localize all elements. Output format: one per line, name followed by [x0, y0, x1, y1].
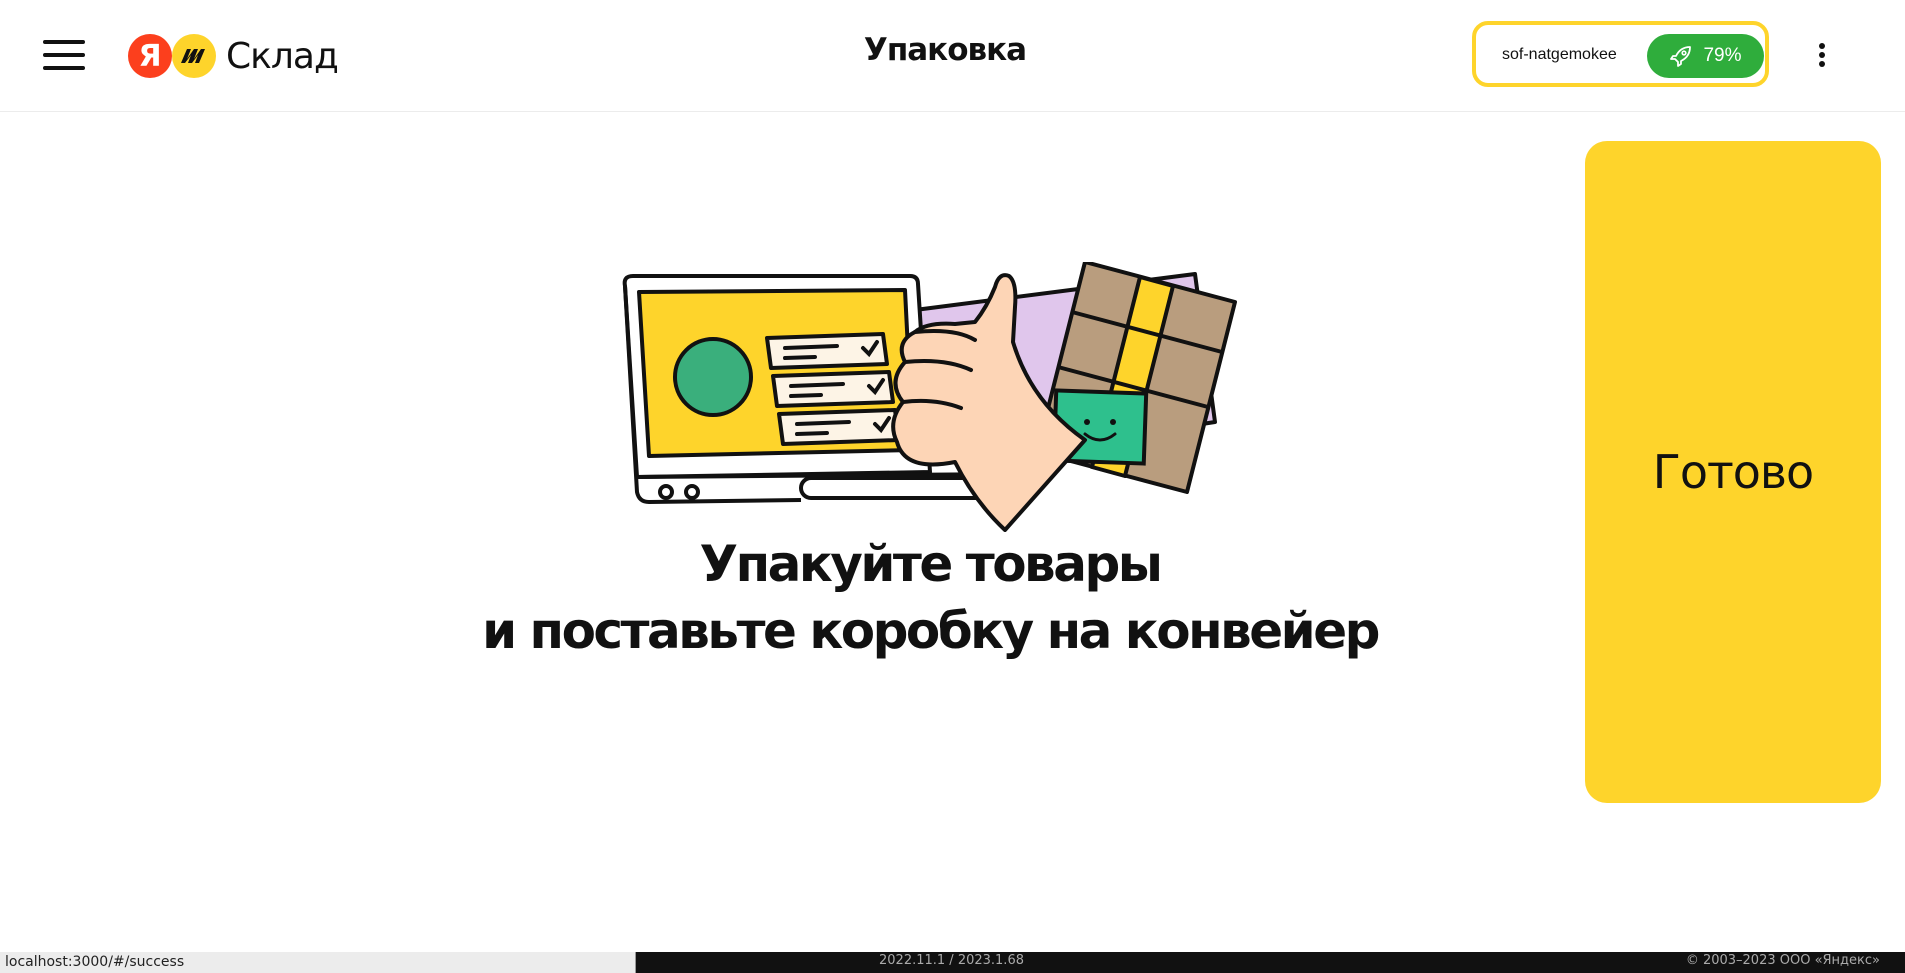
progress-button[interactable]: 79% [1647, 34, 1764, 78]
instruction-line-2: и поставьте коробку на конвейер [482, 602, 1380, 660]
rocket-icon [1670, 46, 1692, 67]
status-bar: 2022.11.1 / 2023.1.68 © 2003–2023 ООО «Я… [0, 952, 1905, 973]
packing-success-illustration [622, 262, 1237, 532]
copyright-label: © 2003–2023 ООО «Яндекс» [1685, 953, 1880, 968]
app-header: Я Склад Упаковка sof-natgemokee 79% [0, 0, 1905, 112]
link-url-tooltip: localhost:3000/#/success [0, 952, 636, 973]
progress-percent: 79% [1703, 45, 1742, 66]
instruction-line-1: Упакуйте товары [699, 535, 1163, 593]
instruction-message: Упакуйте товары и поставьте коробку на к… [470, 531, 1390, 665]
user-panel: sof-natgemokee 79% [1472, 21, 1769, 87]
done-button[interactable]: Готово [1585, 141, 1881, 803]
vertical-dots-icon[interactable] [1810, 38, 1834, 72]
user-login: sof-natgemokee [1502, 46, 1617, 63]
